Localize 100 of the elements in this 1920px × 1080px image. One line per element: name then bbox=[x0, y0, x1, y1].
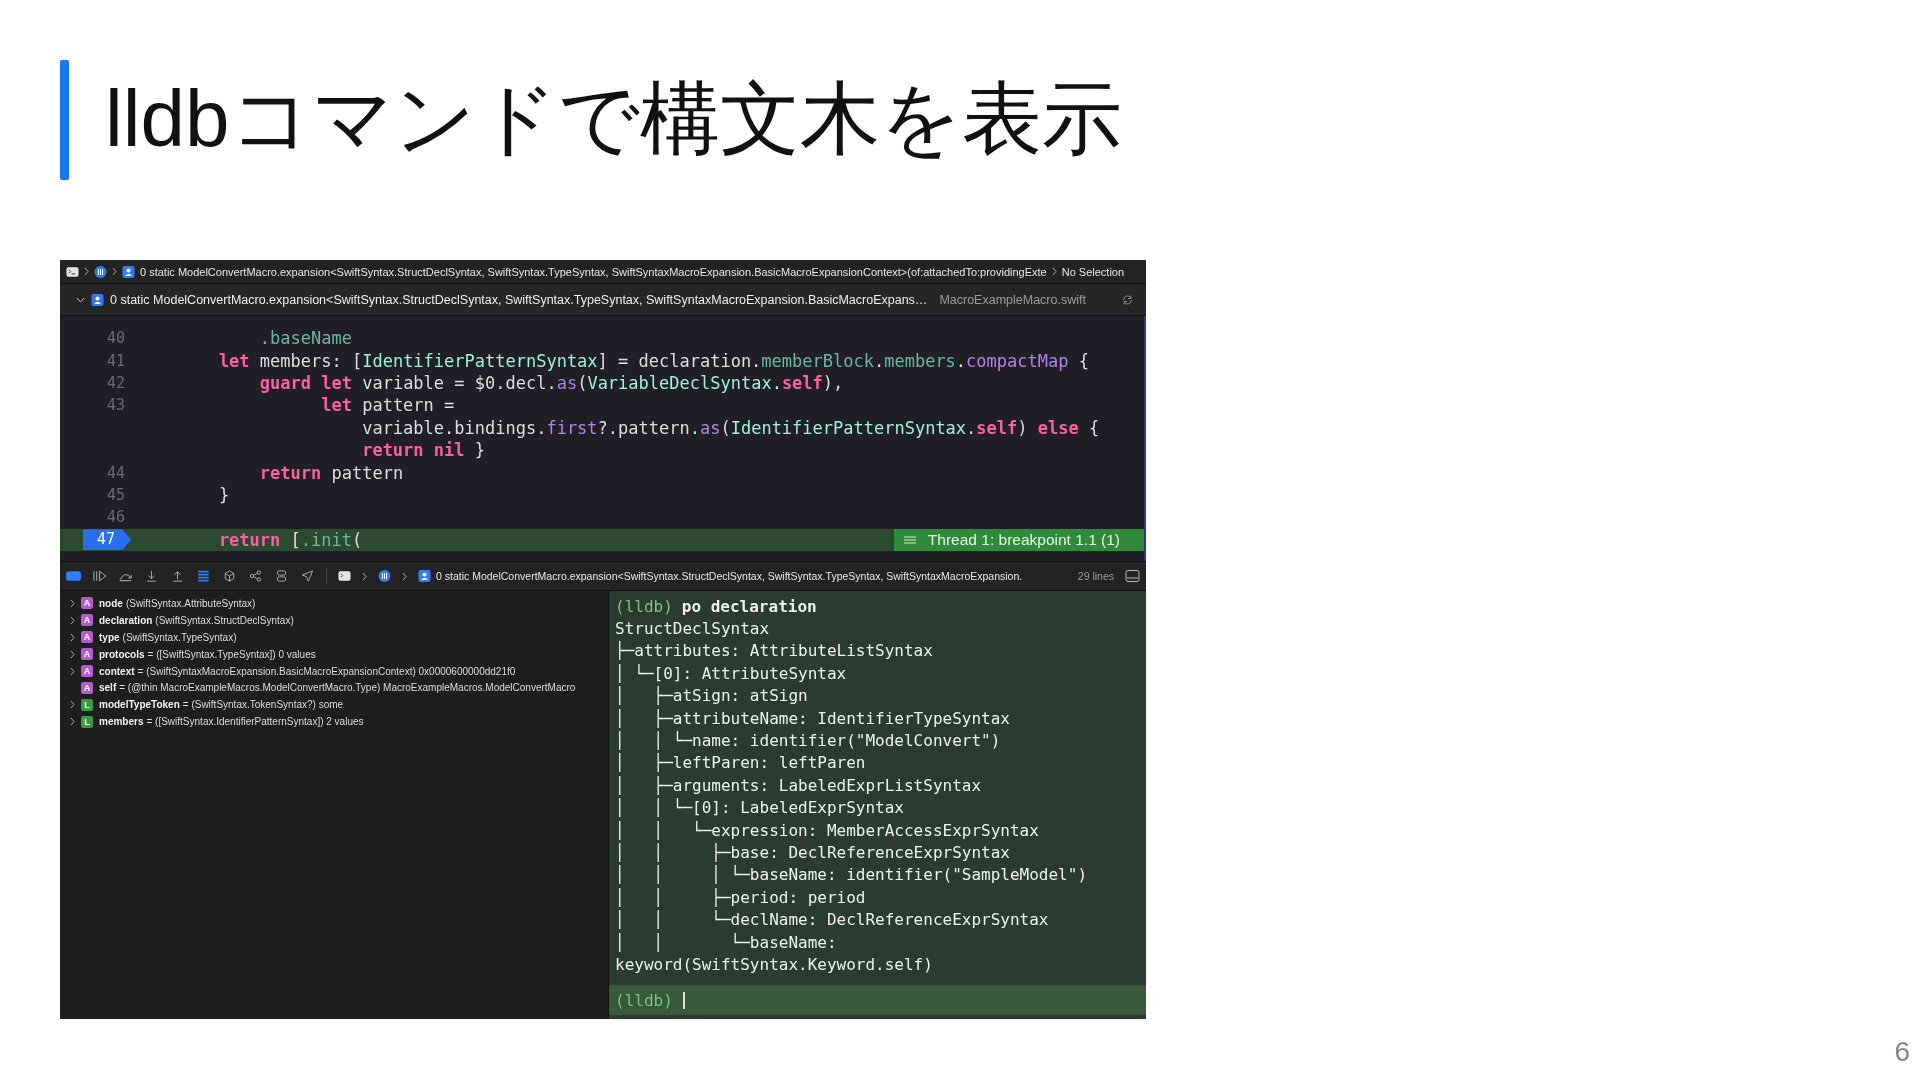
disclosure-icon[interactable] bbox=[70, 666, 75, 676]
console-output-line: │ │ └─[0]: LabeledExprSyntax bbox=[615, 798, 904, 818]
variable-name[interactable]: context bbox=[99, 665, 135, 677]
variable-badge: A bbox=[81, 597, 93, 610]
console-prompt: (lldb) bbox=[615, 990, 673, 1010]
file-name: MacroExampleMacro.swift bbox=[939, 292, 1087, 307]
code-line: return pattern bbox=[258, 462, 404, 483]
disclosure-icon[interactable] bbox=[70, 632, 75, 642]
person-icon[interactable] bbox=[122, 265, 135, 278]
variable-name[interactable]: node bbox=[99, 597, 123, 609]
page-number: 6 bbox=[1894, 1036, 1910, 1068]
text-cursor bbox=[682, 991, 685, 1009]
chevron-down-icon[interactable] bbox=[76, 296, 85, 303]
console-output-line: │ ├─attributeName: IdentifierTypeSyntax bbox=[615, 708, 1010, 728]
console-output-line: │ │ └─name: identifier("ModelConvert") bbox=[615, 731, 1001, 751]
variable-name[interactable]: protocols bbox=[99, 648, 145, 660]
graph-icon[interactable] bbox=[248, 570, 263, 582]
console-input-field[interactable]: (lldb) bbox=[609, 985, 1146, 1015]
code-line: return [.init( bbox=[217, 529, 363, 550]
line-number: 42 bbox=[106, 373, 125, 392]
console-prompt: (lldb) bbox=[615, 596, 673, 616]
line-number: 40 bbox=[106, 329, 125, 348]
selection-crumb[interactable]: No Selection bbox=[1061, 265, 1125, 278]
console-output-line: │ │ └─baseName: bbox=[615, 932, 837, 952]
console-output-line: │ │ └─expression: MemberAccessExprSyntax bbox=[615, 820, 1039, 840]
console-output-line: │ │ └─declName: DeclReferenceExprSyntax bbox=[615, 910, 1049, 930]
console-output-line: │ ├─atSign: atSign bbox=[615, 686, 808, 706]
disclosure-icon[interactable] bbox=[70, 717, 75, 727]
console-output-line: │ │ ├─period: period bbox=[615, 887, 866, 907]
console-output-line: ├─attributes: AttributeListSyntax bbox=[615, 641, 933, 661]
line-count: 29 lines bbox=[1077, 570, 1114, 582]
variable-name[interactable]: type bbox=[99, 631, 120, 643]
code-line: .baseName bbox=[258, 328, 352, 349]
line-number: 45 bbox=[106, 485, 125, 504]
variable-badge: A bbox=[81, 681, 93, 694]
variable-badge: A bbox=[81, 631, 93, 644]
switch-icon[interactable] bbox=[274, 570, 289, 582]
stack-frame-crumb[interactable]: 0 static ModelConvertMacro.expansion<SwiftSyntax.StructDeclSyntax, SwiftSyntax.TypeSyntax, SwiftSyntaxMacroExpansion. bbox=[436, 570, 1023, 582]
console-output-line: │ │ │ └─baseName: identifier("SampleModel") bbox=[615, 865, 1087, 885]
variable-badge: A bbox=[81, 614, 93, 627]
refresh-icon[interactable] bbox=[1121, 293, 1134, 306]
disclosure-icon[interactable] bbox=[70, 649, 75, 659]
console-output-line: │ ├─leftParen: leftParen bbox=[615, 753, 866, 773]
line-number: 44 bbox=[106, 463, 125, 482]
variable-value: = (SwiftSyntax.TokenSyntax?) some bbox=[182, 699, 344, 711]
chevron-icon bbox=[362, 571, 367, 581]
breakpoint-marker[interactable]: 47 bbox=[82, 529, 131, 551]
code-line: let pattern = bbox=[320, 395, 455, 416]
disclosure-icon[interactable] bbox=[70, 598, 75, 608]
console-output-line: │ │ ├─base: DeclReferenceExprSyntax bbox=[615, 843, 1010, 862]
code-line: } bbox=[217, 484, 230, 505]
breakpoint-text: Thread 1: breakpoint 1.1 (1) bbox=[927, 530, 1120, 549]
stack-icon[interactable] bbox=[196, 570, 211, 582]
person-icon bbox=[91, 293, 104, 306]
chevron-icon bbox=[402, 571, 407, 581]
step-out-icon[interactable] bbox=[170, 570, 185, 582]
variable-value: = (SwiftSyntaxMacroExpansion.BasicMacroExpansionContext) 0x0000600000dd21f0 bbox=[137, 665, 516, 677]
toggle-icon[interactable] bbox=[66, 570, 81, 582]
terminal-icon[interactable] bbox=[338, 570, 351, 582]
step-into-icon[interactable] bbox=[144, 570, 159, 582]
console-output-line: │ ├─arguments: LabeledExprListSyntax bbox=[615, 775, 982, 795]
disclosure-icon[interactable] bbox=[70, 615, 75, 625]
chevron-icon bbox=[84, 267, 89, 276]
console-output-line: keyword(SwiftSyntax.Keyword.self) bbox=[615, 954, 933, 974]
menu-icon bbox=[903, 535, 916, 544]
console-output-line: │ └─[0]: AttributeSyntax bbox=[615, 663, 847, 683]
variable-badge: L bbox=[81, 715, 93, 728]
console-output-line: StructDeclSyntax bbox=[615, 619, 770, 639]
panel-icon[interactable] bbox=[1125, 570, 1140, 582]
code-line: return nil } bbox=[361, 440, 485, 461]
variable-name[interactable]: modelTypeToken bbox=[99, 699, 180, 711]
code-line: variable.bindings.first?.pattern.as(IdentifierPatternSyntax.self) else { bbox=[361, 417, 1100, 438]
stack-frame-crumb[interactable]: 0 static ModelConvertMacro.expansion<SwiftSyntax.StructDeclSyntax, SwiftSyntax.TypeSyntax, SwiftSyntaxMacroExpansion.BasicMacroExpansionContext>(of:attachedTo:providingExte bbox=[140, 265, 1047, 278]
variable-badge: A bbox=[81, 648, 93, 661]
code-line: guard let variable = $0.decl.as(VariableDeclSyntax.self), bbox=[258, 372, 844, 393]
variable-name[interactable]: members bbox=[99, 716, 144, 728]
chevron-icon bbox=[112, 267, 117, 276]
cube-icon[interactable] bbox=[222, 570, 237, 582]
variable-badge: L bbox=[81, 698, 93, 711]
variable-value: (SwiftSyntax.AttributeSyntax) bbox=[125, 597, 256, 609]
line-number: 43 bbox=[106, 396, 125, 415]
console-command: po declaration bbox=[681, 596, 817, 616]
variable-name[interactable]: declaration bbox=[99, 614, 153, 626]
thread-icon[interactable] bbox=[378, 570, 391, 582]
variable-value: = ([SwiftSyntax.TypeSyntax]) 0 values bbox=[147, 648, 316, 660]
code-line: let members: [IdentifierPatternSyntax] = declaration.memberBlock.members.compactMap { bbox=[217, 350, 1089, 371]
editor-frame-title: 0 static ModelConvertMacro.expansion<SwiftSyntax.StructDeclSyntax, SwiftSyntax.TypeSyntax, SwiftSyntaxMacroExpansion.BasicMacroExpans… bbox=[110, 292, 928, 307]
disclosure-icon[interactable] bbox=[70, 700, 75, 710]
slide-title: lldbコマンドで構文木を表示 bbox=[105, 73, 1122, 165]
thread-icon[interactable] bbox=[94, 265, 107, 278]
continue-icon[interactable] bbox=[92, 570, 107, 582]
variable-name[interactable]: self bbox=[99, 682, 117, 694]
chevron-icon bbox=[1051, 267, 1057, 276]
location-icon[interactable] bbox=[300, 570, 315, 582]
line-number: 46 bbox=[106, 508, 125, 527]
variable-badge: A bbox=[81, 665, 93, 677]
line-number: 41 bbox=[106, 351, 125, 370]
person-icon[interactable] bbox=[418, 570, 431, 582]
variable-value: (SwiftSyntax.TypeSyntax) bbox=[122, 631, 237, 643]
terminal-icon[interactable] bbox=[66, 265, 79, 278]
